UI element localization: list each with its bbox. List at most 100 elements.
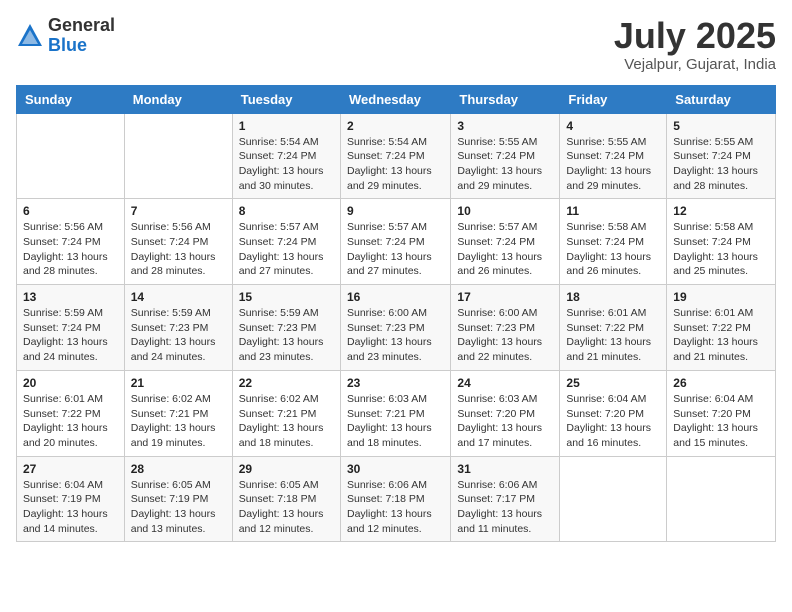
day-number: 27 bbox=[23, 462, 118, 476]
day-detail: Sunrise: 6:03 AMSunset: 7:21 PMDaylight:… bbox=[347, 392, 444, 451]
day-detail: Sunrise: 6:00 AMSunset: 7:23 PMDaylight:… bbox=[347, 306, 444, 365]
calendar-cell: 2 Sunrise: 5:54 AMSunset: 7:24 PMDaylight… bbox=[340, 113, 450, 199]
day-detail: Sunrise: 6:02 AMSunset: 7:21 PMDaylight:… bbox=[239, 392, 334, 451]
calendar-cell: 14 Sunrise: 5:59 AMSunset: 7:23 PMDayligh… bbox=[124, 285, 232, 371]
day-detail: Sunrise: 5:55 AMSunset: 7:24 PMDaylight:… bbox=[566, 135, 660, 194]
day-number: 19 bbox=[673, 290, 769, 304]
day-detail: Sunrise: 5:59 AMSunset: 7:23 PMDaylight:… bbox=[239, 306, 334, 365]
day-detail: Sunrise: 5:56 AMSunset: 7:24 PMDaylight:… bbox=[131, 220, 226, 279]
day-detail: Sunrise: 6:00 AMSunset: 7:23 PMDaylight:… bbox=[457, 306, 553, 365]
day-number: 8 bbox=[239, 204, 334, 218]
calendar-cell: 1Sunrise: 5:54 AMSunset: 7:24 PMDaylight… bbox=[232, 113, 340, 199]
day-number: 5 bbox=[673, 119, 769, 133]
day-detail: Sunrise: 5:59 AMSunset: 7:23 PMDaylight:… bbox=[131, 306, 226, 365]
calendar-week-row: 13 Sunrise: 5:59 AMSunset: 7:24 PMDayligh… bbox=[17, 285, 776, 371]
header-thursday: Thursday bbox=[451, 85, 560, 113]
day-detail: Sunrise: 5:58 AMSunset: 7:24 PMDaylight:… bbox=[673, 220, 769, 279]
logo: General Blue bbox=[16, 16, 115, 56]
day-number: 15 bbox=[239, 290, 334, 304]
day-detail: Sunrise: 6:06 AMSunset: 7:18 PMDaylight:… bbox=[347, 478, 444, 537]
day-detail: Sunrise: 5:56 AMSunset: 7:24 PMDaylight:… bbox=[23, 220, 118, 279]
day-number: 23 bbox=[347, 376, 444, 390]
calendar-cell: 9Sunrise: 5:57 AMSunset: 7:24 PMDaylight… bbox=[340, 199, 450, 285]
calendar-cell: 28Sunrise: 6:05 AMSunset: 7:19 PMDayligh… bbox=[124, 456, 232, 542]
calendar-cell: 18 Sunrise: 6:01 AMSunset: 7:22 PMDayligh… bbox=[560, 285, 667, 371]
calendar-cell: 15 Sunrise: 5:59 AMSunset: 7:23 PMDayligh… bbox=[232, 285, 340, 371]
calendar-cell: 29 Sunrise: 6:05 AMSunset: 7:18 PMDayligh… bbox=[232, 456, 340, 542]
day-number: 2 bbox=[347, 119, 444, 133]
day-number: 25 bbox=[566, 376, 660, 390]
calendar-cell: 16 Sunrise: 6:00 AMSunset: 7:23 PMDayligh… bbox=[340, 285, 450, 371]
calendar-cell: 6Sunrise: 5:56 AMSunset: 7:24 PMDaylight… bbox=[17, 199, 125, 285]
day-detail: Sunrise: 6:05 AMSunset: 7:18 PMDaylight:… bbox=[239, 478, 334, 537]
day-number: 10 bbox=[457, 204, 553, 218]
day-detail: Sunrise: 6:03 AMSunset: 7:20 PMDaylight:… bbox=[457, 392, 553, 451]
calendar-cell: 24 Sunrise: 6:03 AMSunset: 7:20 PMDayligh… bbox=[451, 370, 560, 456]
calendar-cell: 11Sunrise: 5:58 AMSunset: 7:24 PMDayligh… bbox=[560, 199, 667, 285]
calendar-cell: 10 Sunrise: 5:57 AMSunset: 7:24 PMDayligh… bbox=[451, 199, 560, 285]
logo-general: General bbox=[48, 16, 115, 36]
day-detail: Sunrise: 6:06 AMSunset: 7:17 PMDaylight:… bbox=[457, 478, 553, 537]
calendar-cell: 21 Sunrise: 6:02 AMSunset: 7:21 PMDayligh… bbox=[124, 370, 232, 456]
day-detail: Sunrise: 6:02 AMSunset: 7:21 PMDaylight:… bbox=[131, 392, 226, 451]
day-detail: Sunrise: 5:57 AMSunset: 7:24 PMDaylight:… bbox=[457, 220, 553, 279]
day-number: 3 bbox=[457, 119, 553, 133]
day-number: 17 bbox=[457, 290, 553, 304]
calendar-cell: 23 Sunrise: 6:03 AMSunset: 7:21 PMDayligh… bbox=[340, 370, 450, 456]
calendar-cell: 12Sunrise: 5:58 AMSunset: 7:24 PMDayligh… bbox=[667, 199, 776, 285]
day-number: 11 bbox=[566, 204, 660, 218]
day-number: 20 bbox=[23, 376, 118, 390]
day-number: 29 bbox=[239, 462, 334, 476]
day-number: 4 bbox=[566, 119, 660, 133]
calendar-week-row: 1 Sunrise: 5:54 AMSunset: 7:24 PMDaylight… bbox=[17, 113, 776, 199]
day-number: 21 bbox=[131, 376, 226, 390]
day-number: 24 bbox=[457, 376, 553, 390]
calendar-cell: 8 Sunrise: 5:57 AMSunset: 7:24 PMDaylight… bbox=[232, 199, 340, 285]
calendar-week-row: 20Sunrise: 6:01 AMSunset: 7:22 PMDayligh… bbox=[17, 370, 776, 456]
calendar-cell: 26Sunrise: 6:04 AMSunset: 7:20 PMDayligh… bbox=[667, 370, 776, 456]
calendar-cell: 3 Sunrise: 5:55 AMSunset: 7:24 PMDaylight… bbox=[451, 113, 560, 199]
calendar-cell: 4 Sunrise: 5:55 AMSunset: 7:24 PMDaylight… bbox=[560, 113, 667, 199]
calendar-cell: 7Sunrise: 5:56 AMSunset: 7:24 PMDaylight… bbox=[124, 199, 232, 285]
day-number: 31 bbox=[457, 462, 553, 476]
calendar-cell bbox=[560, 456, 667, 542]
day-number: 16 bbox=[347, 290, 444, 304]
day-detail: Sunrise: 6:04 AMSunset: 7:19 PMDaylight:… bbox=[23, 478, 118, 537]
day-detail: Sunrise: 6:01 AMSunset: 7:22 PMDaylight:… bbox=[566, 306, 660, 365]
calendar-cell: 17 Sunrise: 6:00 AMSunset: 7:23 PMDayligh… bbox=[451, 285, 560, 371]
calendar-table: Sunday Monday Tuesday Wednesday Thursday… bbox=[16, 85, 776, 543]
header-wednesday: Wednesday bbox=[340, 85, 450, 113]
day-number: 28 bbox=[131, 462, 226, 476]
day-number: 13 bbox=[23, 290, 118, 304]
day-number: 9 bbox=[347, 204, 444, 218]
day-number: 1 bbox=[239, 119, 334, 133]
day-detail: Sunrise: 5:54 AMSunset: 7:24 PMDaylight:… bbox=[347, 135, 444, 194]
calendar-cell: 19Sunrise: 6:01 AMSunset: 7:22 PMDayligh… bbox=[667, 285, 776, 371]
day-detail: Sunrise: 5:57 AMSunset: 7:24 PMDaylight:… bbox=[239, 220, 334, 279]
day-number: 18 bbox=[566, 290, 660, 304]
calendar-cell: 30 Sunrise: 6:06 AMSunset: 7:18 PMDayligh… bbox=[340, 456, 450, 542]
calendar-cell bbox=[124, 113, 232, 199]
month-title: July 2025 bbox=[614, 16, 776, 56]
calendar-cell: 13 Sunrise: 5:59 AMSunset: 7:24 PMDayligh… bbox=[17, 285, 125, 371]
calendar-cell: 31 Sunrise: 6:06 AMSunset: 7:17 PMDayligh… bbox=[451, 456, 560, 542]
day-detail: Sunrise: 5:55 AMSunset: 7:24 PMDaylight:… bbox=[673, 135, 769, 194]
calendar-cell: 5 Sunrise: 5:55 AMSunset: 7:24 PMDaylight… bbox=[667, 113, 776, 199]
calendar-header: Sunday Monday Tuesday Wednesday Thursday… bbox=[17, 85, 776, 113]
day-detail: Sunrise: 5:55 AMSunset: 7:24 PMDaylight:… bbox=[457, 135, 553, 194]
header-monday: Monday bbox=[124, 85, 232, 113]
header-row: Sunday Monday Tuesday Wednesday Thursday… bbox=[17, 85, 776, 113]
day-detail: Sunrise: 6:04 AMSunset: 7:20 PMDaylight:… bbox=[673, 392, 769, 451]
day-number: 30 bbox=[347, 462, 444, 476]
header-sunday: Sunday bbox=[17, 85, 125, 113]
page-header: General Blue July 2025 Vejalpur, Gujarat… bbox=[16, 16, 776, 73]
day-detail: Sunrise: 5:59 AMSunset: 7:24 PMDaylight:… bbox=[23, 306, 118, 365]
location: Vejalpur, Gujarat, India bbox=[614, 56, 776, 73]
calendar-cell: 27 Sunrise: 6:04 AMSunset: 7:19 PMDayligh… bbox=[17, 456, 125, 542]
title-block: July 2025 Vejalpur, Gujarat, India bbox=[614, 16, 776, 73]
day-number: 14 bbox=[131, 290, 226, 304]
calendar-cell bbox=[667, 456, 776, 542]
header-saturday: Saturday bbox=[667, 85, 776, 113]
calendar-week-row: 6Sunrise: 5:56 AMSunset: 7:24 PMDaylight… bbox=[17, 199, 776, 285]
header-tuesday: Tuesday bbox=[232, 85, 340, 113]
